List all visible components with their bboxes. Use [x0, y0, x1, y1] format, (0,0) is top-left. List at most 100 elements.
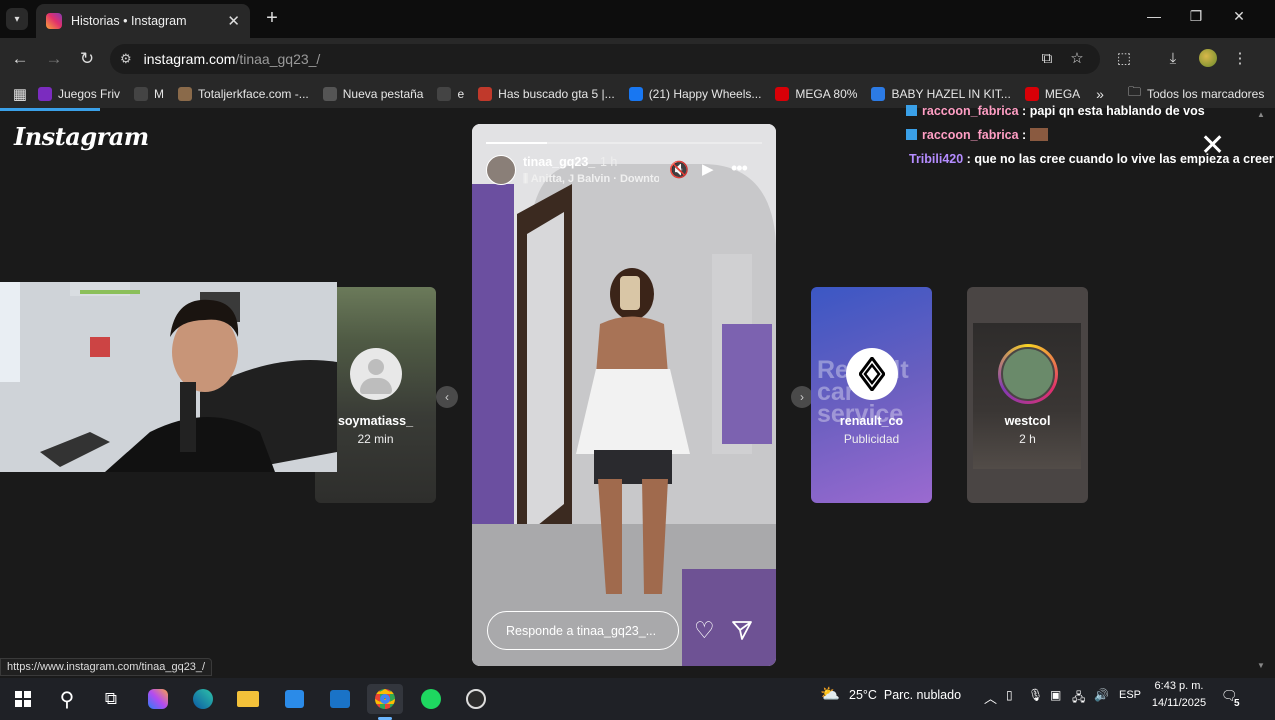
bookmark-label: BABY HAZEL IN KIT... — [891, 87, 1011, 101]
chrome-taskbar-button[interactable] — [367, 684, 403, 714]
network-icon[interactable]: 🖧 — [1072, 688, 1085, 709]
story-username[interactable]: tinaa_gq23_ — [523, 155, 595, 169]
facebook-icon — [628, 87, 643, 101]
reload-button[interactable]: ↻ — [75, 47, 99, 71]
renault-logo-icon — [846, 348, 898, 400]
bookmark-item[interactable]: Nueva pestaña — [322, 87, 424, 101]
weather-widget[interactable]: 25°C Parc. nublado — [849, 688, 961, 702]
bookmark-item[interactable]: BABY HAZEL IN KIT... — [871, 87, 1011, 101]
weather-temp: 25°C — [849, 688, 877, 702]
downloads-icon[interactable]: ⤓ — [1162, 48, 1184, 70]
reply-input[interactable]: Responde a tinaa_gq23_... — [487, 611, 679, 650]
chrome-icon — [322, 87, 337, 101]
tab-close-icon[interactable]: ✕ — [227, 12, 240, 30]
browser-toolbar: ← → ↻ ⚙ instagram.com /tinaa_gq23_/ ⧉ ☆ … — [0, 38, 1275, 80]
main-story[interactable] — [472, 124, 776, 666]
chat-text: que no las cree cuando lo vive las empie… — [974, 152, 1274, 166]
story-user-avatar[interactable] — [486, 155, 516, 185]
site-info-icon[interactable]: ⚙ — [120, 51, 132, 67]
bookmark-label: e — [457, 87, 465, 101]
apps-grid-icon[interactable]: ▦ — [2, 85, 38, 103]
bookmark-item[interactable]: (21) Happy Wheels... — [628, 87, 762, 101]
bookmark-label: MEGA — [1044, 87, 1081, 101]
extensions-icon[interactable]: ⬚ — [1113, 48, 1135, 70]
windows-start-icon[interactable] — [8, 684, 38, 714]
task-view-icon[interactable]: ⧉ — [96, 684, 126, 714]
tab-instagram[interactable]: Historias • Instagram ✕ — [36, 4, 250, 38]
profile-avatar[interactable] — [1199, 49, 1217, 67]
clock-date[interactable]: 14/11/2025 — [1148, 697, 1210, 709]
search-icon[interactable]: ⚲ — [52, 684, 82, 714]
bookmark-item[interactable]: e — [437, 87, 464, 101]
weather-desc: Parc. nublado — [883, 688, 962, 702]
story-music[interactable]: ⫼ Anitta, J Balvin · Downtown — [523, 173, 659, 186]
obs-icon[interactable] — [461, 684, 491, 714]
store-icon[interactable] — [279, 684, 309, 714]
edge-icon[interactable] — [188, 684, 218, 714]
bookmark-item[interactable]: M — [134, 87, 164, 101]
weather-icon[interactable]: ⛅ — [820, 684, 840, 704]
friv-icon — [38, 87, 52, 101]
install-app-icon[interactable]: ⧉ — [1036, 48, 1058, 70]
bookmark-label: Totaljerkface.com -... — [198, 87, 309, 101]
bookmark-list: Juegos Friv M Totaljerkface.com -... Nueva … — [38, 87, 1094, 101]
address-bar[interactable]: ⚙ instagram.com /tinaa_gq23_/ — [110, 44, 1100, 74]
chat-message: raccoon_fabrica : — [906, 128, 1048, 142]
bookmark-label: Nueva pestaña — [342, 87, 424, 101]
site-icon — [178, 87, 193, 101]
close-window-button[interactable]: ✕ — [1228, 8, 1250, 28]
avatar — [998, 344, 1058, 404]
outlook-icon[interactable] — [325, 684, 355, 714]
previous-story-arrow[interactable]: ‹ — [436, 386, 458, 408]
next-story-arrow[interactable]: › — [791, 386, 813, 408]
page-scrollbar[interactable]: ▲ ▼ — [1248, 108, 1275, 678]
bookmark-item[interactable]: Juegos Friv — [38, 87, 120, 101]
like-heart-icon[interactable]: ♡ — [694, 617, 715, 644]
bookmark-star-icon[interactable]: ☆ — [1066, 48, 1088, 70]
muted-speaker-icon[interactable]: 🔇 — [669, 160, 689, 180]
clock-time[interactable]: 6:43 p. m. — [1148, 680, 1210, 692]
instagram-favicon-icon — [46, 13, 62, 29]
back-button[interactable]: ← — [8, 47, 32, 71]
tray-device-icon[interactable]: ▯ — [1006, 688, 1013, 702]
language-indicator[interactable]: ESP — [1119, 689, 1141, 701]
story-progress-bar — [486, 142, 762, 144]
minimize-button[interactable]: — — [1143, 8, 1165, 28]
play-icon[interactable]: ▶ — [702, 160, 714, 178]
share-send-icon[interactable] — [731, 619, 753, 646]
bookmark-item[interactable]: Totaljerkface.com -... — [178, 87, 309, 101]
chat-user: Tribili420 — [909, 152, 964, 166]
chat-user: raccoon_fabrica — [922, 104, 1019, 118]
story-music-label: Anitta, J Balvin · Downtown — [530, 173, 659, 185]
close-stories-icon[interactable]: ✕ — [1200, 131, 1225, 161]
file-explorer-icon[interactable] — [233, 684, 263, 714]
show-hidden-icons-icon[interactable]: ︿ — [984, 688, 997, 707]
spotify-icon[interactable] — [416, 684, 446, 714]
more-options-icon[interactable]: ••• — [731, 158, 748, 179]
restore-button[interactable]: ❐ — [1185, 8, 1207, 28]
volume-icon[interactable]: 🔊 — [1094, 688, 1109, 702]
bookmark-item[interactable]: Has buscado gta 5 |... — [478, 87, 615, 101]
music-bars-icon: ⫼ — [523, 173, 531, 185]
new-tab-button[interactable]: + — [262, 8, 282, 28]
story-card-westcol[interactable]: westcol 2 h — [967, 287, 1088, 503]
forward-button[interactable]: → — [42, 47, 66, 71]
windows-taskbar: ⚲ ⧉ ⛅ 25°C Parc. nublado ︿ ▯ 🎙 ▣ 🖧 🔊 ESP… — [0, 678, 1275, 720]
story-card-renault[interactable]: Renault car service renault_co Publicida… — [811, 287, 932, 503]
copilot-icon[interactable] — [143, 684, 173, 714]
bookmark-label: Juegos Friv — [58, 87, 121, 101]
tab-search-button[interactable]: ▾ — [6, 8, 28, 30]
google-icon — [437, 87, 452, 101]
menu-kebab-icon[interactable]: ⋮ — [1229, 48, 1251, 70]
more-bookmarks-icon[interactable]: » — [1096, 86, 1104, 102]
chat-emote-icon — [1029, 128, 1048, 141]
bookmark-item[interactable]: MEGA 80% — [775, 87, 857, 101]
all-bookmarks-button[interactable]: Todos los marcadores — [1147, 87, 1264, 101]
notification-count: 5 — [1234, 698, 1240, 709]
bookmark-label: (21) Happy Wheels... — [648, 87, 762, 101]
bookmark-item[interactable]: MEGA — [1024, 87, 1081, 101]
tray-app-icon[interactable]: ▣ — [1050, 688, 1061, 702]
microphone-icon[interactable]: 🎙 — [1028, 688, 1043, 702]
instagram-logo[interactable]: Instagram — [14, 122, 149, 151]
story-time: 1 h — [600, 155, 618, 169]
